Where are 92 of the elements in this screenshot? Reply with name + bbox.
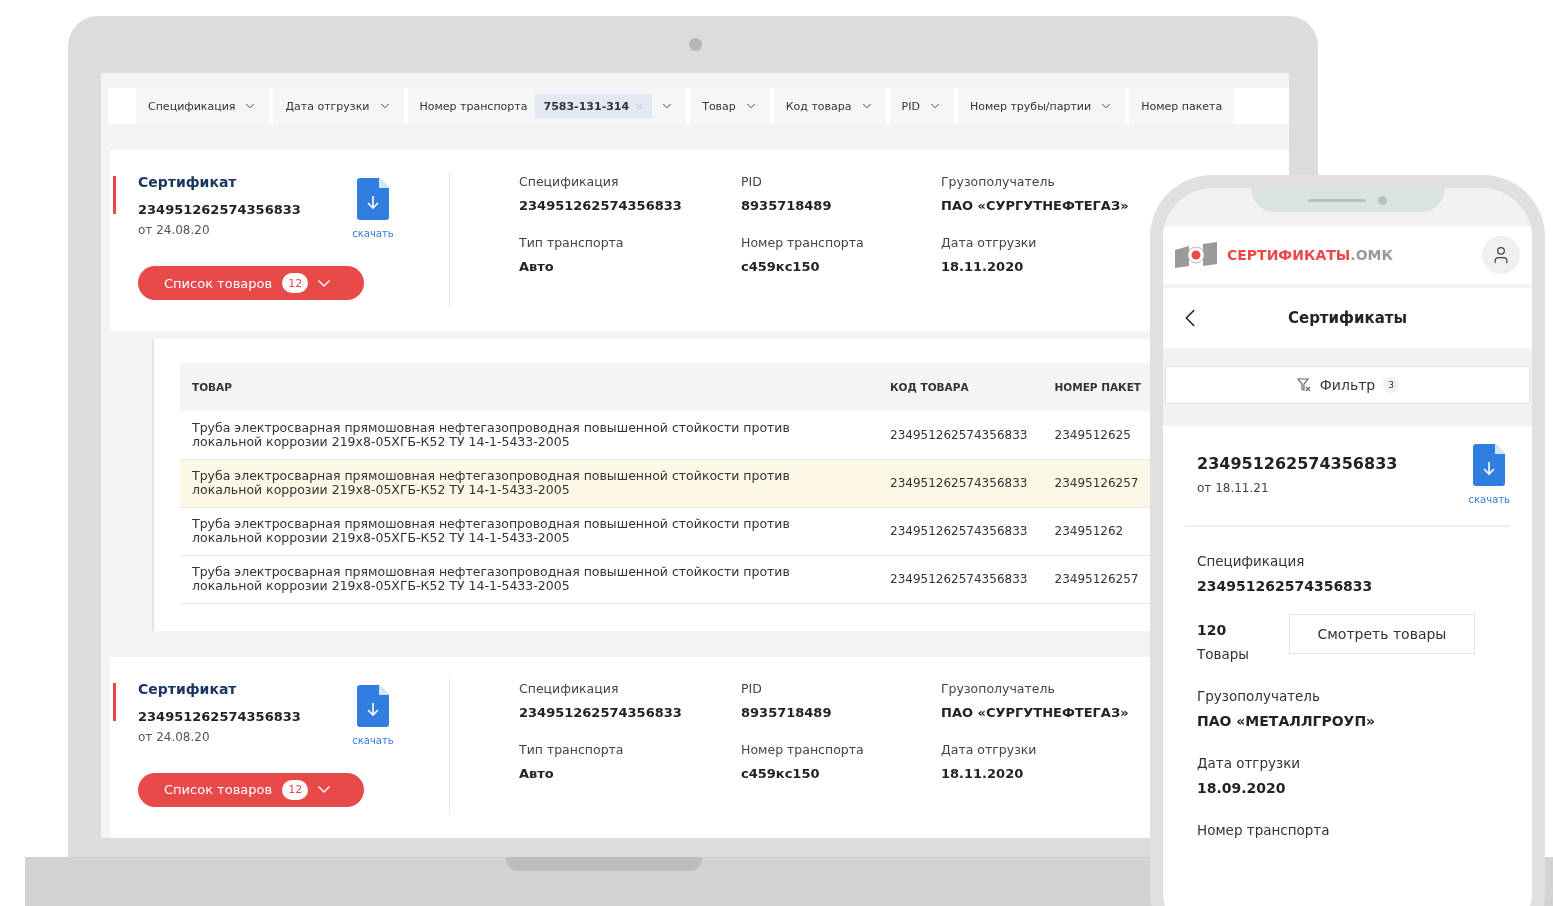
- count-badge: 12: [282, 273, 309, 294]
- camera-dot: [688, 38, 702, 51]
- field-label: PID: [741, 680, 763, 696]
- certificate-number: 234951262574356833: [138, 202, 302, 217]
- field-label: Номер транспорта: [741, 741, 865, 757]
- column-header: НОМЕР ПАКЕТ: [1042, 363, 1151, 412]
- certificate-title: Сертификат: [138, 174, 238, 190]
- page-title: Сертификаты: [1286, 309, 1409, 327]
- certificate-title: Сертификат: [138, 680, 238, 697]
- table-cell: 23495126257: [1054, 476, 1139, 491]
- table-cell: 2349512625: [1054, 428, 1131, 443]
- count-badge: 3: [1383, 377, 1400, 393]
- field-label: Грузополучатель: [1197, 688, 1321, 704]
- field-label: Спецификация: [1197, 553, 1306, 569]
- download-file-icon[interactable]: [357, 684, 389, 727]
- field-value: с459кс150: [741, 765, 821, 781]
- logo-text: СЕРТИФИКАТЫ: [1227, 247, 1351, 263]
- table-cell-text: Труба электросварная прямошовная нефтегазопроводная повышенной стойкости против локальной коррозии 219х8-05ХГБ-К52 ТУ 14-1-5433-2005: [192, 517, 791, 546]
- table-cell-text: Труба электросварная прямошовная нефтегазопроводная повышенной стойкости против локальной коррозии 219х8-05ХГБ-К52 ТУ 14-1-5433-2005: [192, 565, 791, 594]
- table-cell-text: Труба электросварная прямошовная нефтегазопроводная повышенной стойкости против локальной коррозии 219х8-05ХГБ-К52 ТУ 14-1-5433-2005: [192, 469, 791, 498]
- table-cell: 23495126257: [1054, 572, 1139, 587]
- field-label: Дата отгрузки: [941, 741, 1038, 757]
- chevron-down-icon: [318, 279, 331, 287]
- product-list-button[interactable]: Список товаров 12: [138, 772, 364, 807]
- filter-dropdown[interactable]: Номер трубы/партии: [957, 88, 1126, 124]
- filter-button[interactable]: Фильтр 3: [1165, 366, 1530, 404]
- filter-dropdown[interactable]: Номер транспорта 7583-131-314: [407, 88, 687, 124]
- filter-dropdown[interactable]: Спецификация: [136, 88, 270, 124]
- logo-icon: [1175, 242, 1219, 268]
- certificate-date: от 18.11.21: [1197, 481, 1270, 495]
- field-label: Номер транспорта: [741, 235, 865, 250]
- table-cell: 234951262574356833: [890, 524, 1028, 539]
- field-label: Дата отгрузки: [1197, 755, 1302, 771]
- field-label: Товары: [1197, 646, 1249, 662]
- filter-dropdown[interactable]: Номер пакета: [1129, 88, 1235, 124]
- download-link[interactable]: скачать: [1468, 494, 1510, 505]
- table-row[interactable]: Труба электросварная прямошовная нефтегазопроводная повышенной стойкости против локальной коррозии 219х8-05ХГБ-К52 ТУ 14-1-5433-2005 234951262574356833 234951262: [180, 507, 1151, 556]
- certificate-date: от 24.08.20: [138, 729, 211, 744]
- certificate-number: 234951262574356833: [1197, 454, 1398, 473]
- field-value: 18.11.2020: [941, 259, 1025, 274]
- field-value: 18.11.2020: [941, 765, 1025, 781]
- column-header: КОД ТОВАРА: [878, 363, 1043, 412]
- field-label: Спецификация: [519, 680, 620, 696]
- table-row[interactable]: Труба электросварная прямошовная нефтегазопроводная повышенной стойкости против локальной коррозии 219х8-05ХГБ-К52 ТУ 14-1-5433-2005 234951262574356833 23495126257: [180, 555, 1151, 604]
- view-products-button[interactable]: Смотреть товары: [1288, 614, 1475, 654]
- field-value: ПАО «СУРГУТНЕФТЕГАЗ»: [941, 198, 1130, 213]
- column-header: ТОВАР: [180, 363, 878, 412]
- field-value: 8935718489: [741, 704, 833, 720]
- certificate-date: от 24.08.20: [138, 223, 211, 237]
- table-cell: 234951262574356833: [890, 428, 1028, 443]
- field-label: Тип транспорта: [519, 235, 625, 250]
- product-count: 120: [1197, 622, 1228, 638]
- download-file-icon[interactable]: [1473, 444, 1506, 486]
- field-value: 234951262574356833: [519, 704, 683, 720]
- filter-value-tag[interactable]: 7583-131-314: [535, 94, 653, 118]
- product-list-button[interactable]: Список товаров 12: [138, 266, 364, 301]
- field-value: ПАО «МЕТАЛЛГРОУП»: [1197, 713, 1377, 729]
- download-link[interactable]: скачать: [352, 734, 394, 746]
- field-label: Дата отгрузки: [941, 235, 1038, 250]
- table-cell: 234951262: [1054, 524, 1124, 539]
- field-label: Номер транспорта: [1197, 822, 1331, 838]
- field-label: Грузополучатель: [941, 680, 1056, 696]
- field-label: Тип транспорта: [519, 741, 625, 757]
- filter-off-icon: [1295, 377, 1312, 393]
- field-label: Грузополучатель: [941, 174, 1056, 189]
- field-value: 234951262574356833: [519, 198, 683, 213]
- certificate-number: 234951262574356833: [138, 708, 302, 724]
- field-value: Авто: [519, 765, 555, 781]
- filter-dropdown[interactable]: Дата отгрузки: [273, 88, 404, 124]
- filter-dropdown[interactable]: Товар: [690, 88, 770, 124]
- table-cell: 234951262574356833: [890, 476, 1028, 491]
- chevron-down-icon: [318, 786, 331, 794]
- download-file-icon[interactable]: [357, 178, 389, 220]
- field-value: 18.09.2020: [1197, 780, 1287, 796]
- field-label: Спецификация: [519, 174, 620, 189]
- profile-button[interactable]: [1482, 236, 1520, 274]
- count-badge: 12: [282, 779, 309, 800]
- filter-dropdown[interactable]: PID: [889, 88, 954, 124]
- table-cell-text: Труба электросварная прямошовная нефтегазопроводная повышенной стойкости против локальной коррозии 219х8-05ХГБ-К52 ТУ 14-1-5433-2005: [192, 421, 791, 450]
- field-value: ПАО «СУРГУТНЕФТЕГАЗ»: [941, 704, 1130, 720]
- field-value: 8935718489: [741, 198, 833, 213]
- table-cell: 234951262574356833: [890, 572, 1028, 587]
- accent-bar: [113, 176, 116, 214]
- field-value: 234951262574356833: [1197, 578, 1374, 594]
- table-row[interactable]: Труба электросварная прямошовная нефтегазопроводная повышенной стойкости против локальной коррозии 219х8-05ХГБ-К52 ТУ 14-1-5433-2005 234951262574356833 2349512625: [180, 411, 1151, 460]
- accent-bar: [113, 682, 116, 721]
- download-link[interactable]: скачать: [352, 228, 394, 239]
- filter-dropdown[interactable]: Код товара: [773, 88, 886, 124]
- field-value: с459кс150: [741, 259, 821, 274]
- field-value: Авто: [519, 259, 555, 274]
- logo-suffix: .ОМК: [1350, 247, 1393, 263]
- field-label: PID: [741, 174, 763, 189]
